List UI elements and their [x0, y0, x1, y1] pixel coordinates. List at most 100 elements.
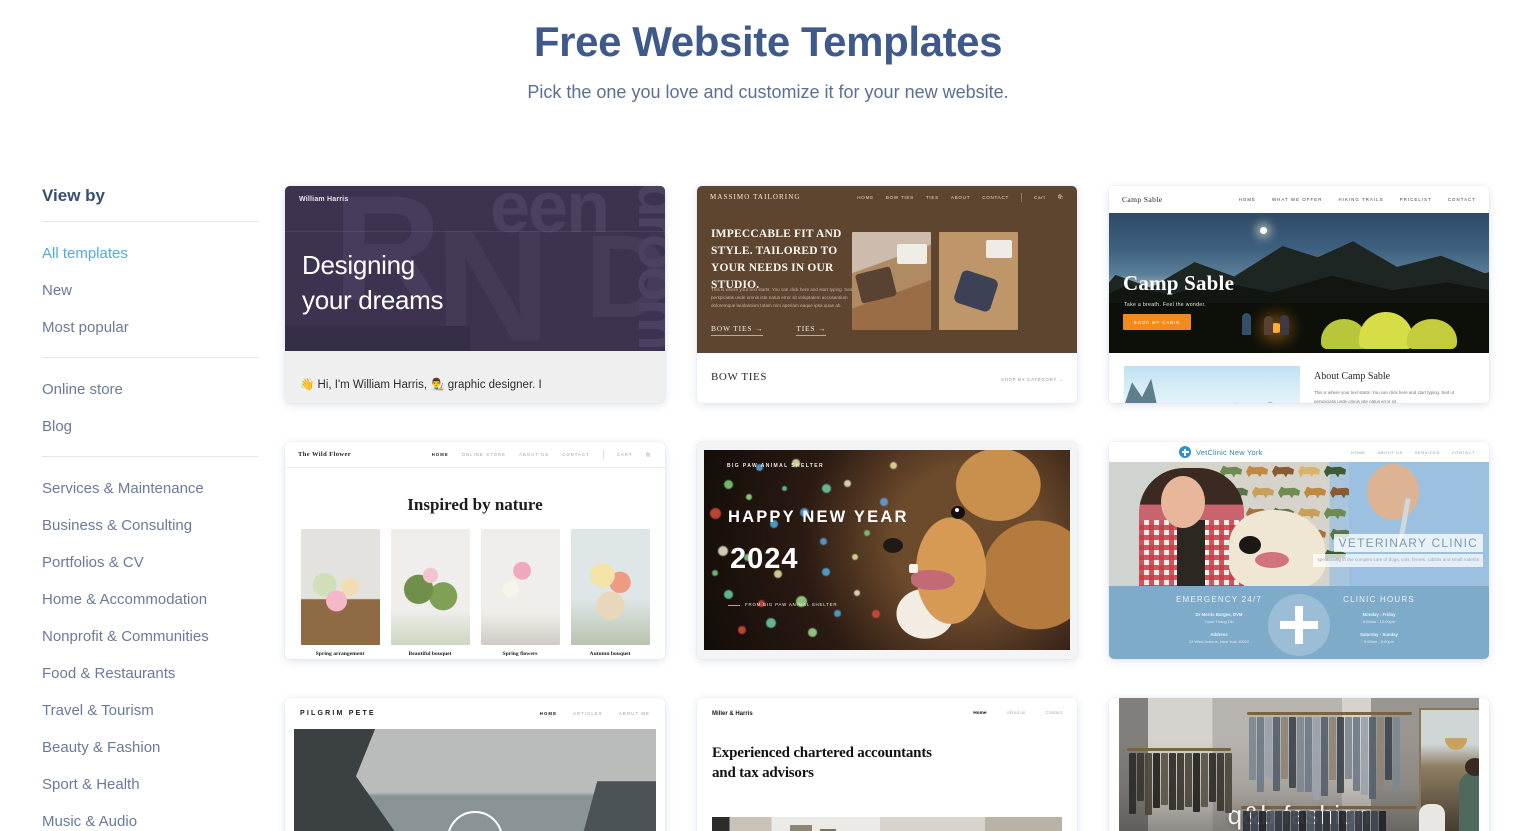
nav-item-home: HOME — [1351, 450, 1365, 455]
preview-photo-2 — [939, 232, 1018, 330]
hanging-garment — [1339, 811, 1346, 831]
product-image — [571, 529, 650, 645]
preview-photo — [712, 817, 1062, 831]
divider-dash — [728, 605, 740, 606]
template-preview: Camp Sable HOME WHAT WE OFFER HIKING TRA… — [1109, 186, 1489, 403]
template-preview: The Wild Flower HOME ONLINE STORE ABOUT … — [285, 442, 665, 659]
sidebar-item-food-restaurants[interactable]: Food & Restaurants — [42, 655, 285, 692]
template-card-massimo-tailoring[interactable]: MASSIMO TAILORING HOME BOW TIES TIES ABO… — [697, 186, 1077, 403]
pet-silhouette-icon — [1245, 462, 1269, 477]
product-item: Spring arrangement €20 — [301, 529, 380, 659]
pet-silhouette-icon — [1323, 462, 1347, 477]
hanging-garment — [1305, 717, 1312, 792]
nav-item-bow-ties: BOW TIES — [886, 195, 914, 200]
link-ties: TIES → — [796, 324, 826, 336]
preview-brand: BIG PAW ANIMAL SHELTER — [727, 463, 824, 469]
template-card-big-paw-animal-shelter[interactable]: BIG PAW ANIMAL SHELTER HAPPY NEW YEAR 20… — [697, 442, 1077, 659]
sidebar-group-type: Online store Blog — [42, 358, 285, 456]
column-value-2: 9:00am - 5:00pm — [1309, 639, 1449, 644]
preview-nav: HOME WHAT WE OFFER HIKING TRAILS PRICELI… — [1239, 197, 1476, 202]
preview-tagline: Take a breath. Feel the wonder. — [1124, 302, 1206, 308]
page-header: Free Website Templates Pick the one you … — [0, 0, 1536, 103]
sidebar-item-business-consulting[interactable]: Business & Consulting — [42, 507, 285, 544]
about-body: This is where your text starts. You can … — [1314, 389, 1474, 403]
preview-headline: HAPPY NEW YEAR — [728, 508, 909, 527]
sidebar-item-nonprofit-communities[interactable]: Nonprofit & Communities — [42, 618, 285, 655]
sidebar-item-online-store[interactable]: Online store — [42, 371, 285, 408]
bokeh-dot — [712, 570, 718, 576]
hanging-garment — [1307, 811, 1314, 831]
bokeh-dot — [808, 628, 817, 637]
template-card-qb-fashion[interactable]: q&b fashion — [1109, 698, 1489, 831]
hanging-garment — [1225, 753, 1232, 812]
sidebar-item-music-audio[interactable]: Music & Audio — [42, 803, 285, 831]
hanging-garment — [1345, 717, 1352, 779]
hanging-garment — [1259, 811, 1266, 831]
glyph-droom-text: droom — [635, 186, 665, 347]
nav-separator — [603, 450, 604, 459]
template-card-camp-sable[interactable]: Camp Sable HOME WHAT WE OFFER HIKING TRA… — [1109, 186, 1489, 403]
mountain-logo-icon — [447, 811, 503, 831]
column-key-1: Monday - Friday — [1309, 612, 1449, 617]
section-link: SHOP BY CATEGORY → — [1001, 377, 1064, 382]
hanging-garment — [1291, 811, 1298, 831]
template-card-vetclinic-new-york[interactable]: VetClinic New York HOME ABOUT US SERVICE… — [1109, 442, 1489, 659]
sidebar-item-blog[interactable]: Blog — [42, 408, 285, 445]
hanging-garment — [1323, 811, 1330, 831]
product-image — [301, 529, 380, 645]
hanging-garment — [1153, 753, 1160, 808]
sidebar-group-view: All templates New Most popular — [42, 222, 285, 357]
bokeh-dot — [746, 494, 752, 500]
preview-cta-button: BOOK MY CABIN — [1123, 314, 1191, 330]
sidebar-item-travel-tourism[interactable]: Travel & Tourism — [42, 692, 285, 729]
template-grid: R N een D droom William Harris Designing… — [285, 186, 1536, 831]
preview-navbar: The Wild Flower HOME ONLINE STORE ABOUT … — [285, 442, 665, 468]
product-item: Spring flowers €22 — [481, 529, 560, 659]
product-name: Spring flowers — [481, 651, 560, 657]
nav-item-services: SERVICES — [1415, 450, 1440, 455]
hanging-garment — [1315, 811, 1322, 831]
preview-brand: VetClinic New York — [1196, 448, 1263, 457]
sidebar-item-most-popular[interactable]: Most popular — [42, 309, 285, 346]
bokeh-dot — [766, 618, 776, 628]
sidebar-item-services-maintenance[interactable]: Services & Maintenance — [42, 470, 285, 507]
bokeh-dot — [880, 498, 888, 506]
nav-item-ties: TIES — [926, 195, 939, 200]
page-title: Free Website Templates — [0, 18, 1536, 66]
template-card-miller-and-harris[interactable]: Miller & Harris Home About us Contact Ex… — [697, 698, 1077, 831]
sidebar-item-all-templates[interactable]: All templates — [42, 235, 285, 272]
product-item: Autumn bouquet €30 — [571, 529, 650, 659]
hanging-garment — [1363, 811, 1370, 831]
template-card-william-harris[interactable]: R N een D droom William Harris Designing… — [285, 186, 665, 403]
sidebar-heading: View by — [42, 186, 285, 221]
preview-headline: Inspired by nature — [285, 495, 665, 515]
sidebar-item-home-accommodation[interactable]: Home & Accommodation — [42, 581, 285, 618]
sidebar-item-new[interactable]: New — [42, 272, 285, 309]
framed-picture-icon — [790, 825, 812, 831]
sidebar-item-sport-health[interactable]: Sport & Health — [42, 766, 285, 803]
pet-silhouette-icon — [1297, 462, 1321, 477]
template-card-pilgrim-pete[interactable]: PILGRIM PETE HOME ARTICLES ABOUT ME — [285, 698, 665, 831]
bokeh-dot — [854, 590, 860, 596]
cart-icon: 🛍 — [1057, 194, 1064, 200]
hanging-garment — [1273, 717, 1280, 790]
bokeh-dot — [872, 610, 880, 618]
hanging-garment — [1297, 717, 1304, 791]
rock-shape-left — [294, 729, 434, 831]
preview-section: BOW TIES SHOP BY CATEGORY → — [697, 353, 1077, 403]
sidebar-item-portfolios-cv[interactable]: Portfolios & CV — [42, 544, 285, 581]
template-preview: VetClinic New York HOME ABOUT US SERVICE… — [1109, 442, 1489, 659]
template-preview: Miller & Harris Home About us Contact Ex… — [697, 698, 1077, 831]
hanging-garment — [1265, 717, 1272, 778]
preview-brand: William Harris — [299, 196, 348, 203]
template-card-the-wild-flower[interactable]: The Wild Flower HOME ONLINE STORE ABOUT … — [285, 442, 665, 659]
nav-item-online-store: ONLINE STORE — [462, 452, 506, 457]
nav-item-home: HOME — [857, 195, 874, 200]
nav-item-what-we-offer: WHAT WE OFFER — [1272, 197, 1322, 202]
preview-navbar: Miller & Harris Home About us Contact — [697, 698, 1077, 729]
hanging-garment — [1379, 811, 1386, 831]
sidebar-item-beauty-fashion[interactable]: Beauty & Fashion — [42, 729, 285, 766]
preview-headline: VETERINARY CLINIC — [1334, 534, 1483, 552]
link-bow-ties: BOW TIES → — [711, 324, 763, 336]
hanging-garment — [1161, 753, 1168, 805]
